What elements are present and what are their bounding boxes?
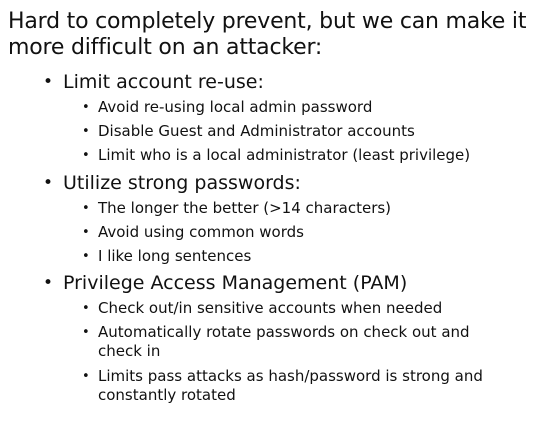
bullet-icon: • <box>82 369 90 384</box>
bullet-icon: • <box>82 225 90 240</box>
bullet-icon: • <box>43 72 54 92</box>
bullet-icon: • <box>82 301 90 316</box>
list-item-text: Avoid using common words <box>98 223 304 241</box>
list-item-text: Limits pass attacks as hash/password is … <box>98 367 483 404</box>
bullet-icon: • <box>82 201 90 216</box>
list-item-text: I like long sentences <box>98 247 252 265</box>
bullet-icon: • <box>43 173 54 193</box>
bullet-icon: • <box>82 124 90 139</box>
bullet-icon: • <box>82 100 90 115</box>
bullet-icon: • <box>82 325 90 340</box>
bullet-icon: • <box>43 273 54 293</box>
bullet-icon: • <box>82 148 90 163</box>
section-label: Limit account re-use: <box>63 71 264 93</box>
list-item-text: Check out/in sensitive accounts when nee… <box>98 299 443 317</box>
list-item-text: Automatically rotate passwords on check … <box>98 323 470 360</box>
section-label: Utilize strong passwords: <box>63 172 301 194</box>
list-item-text: The longer the better (>14 characters) <box>98 199 392 217</box>
bullet-icon: • <box>82 249 90 264</box>
list-item-text: Disable Guest and Administrator accounts <box>98 122 415 140</box>
slide: Hard to completely prevent, but we can m… <box>0 0 552 431</box>
intro-heading: Hard to completely prevent, but we can m… <box>8 9 527 60</box>
list-item-text: Avoid re-using local admin password <box>98 98 373 116</box>
list-item-text: Limit who is a local administrator (leas… <box>98 146 471 164</box>
section-label: Privilege Access Management (PAM) <box>63 272 408 294</box>
